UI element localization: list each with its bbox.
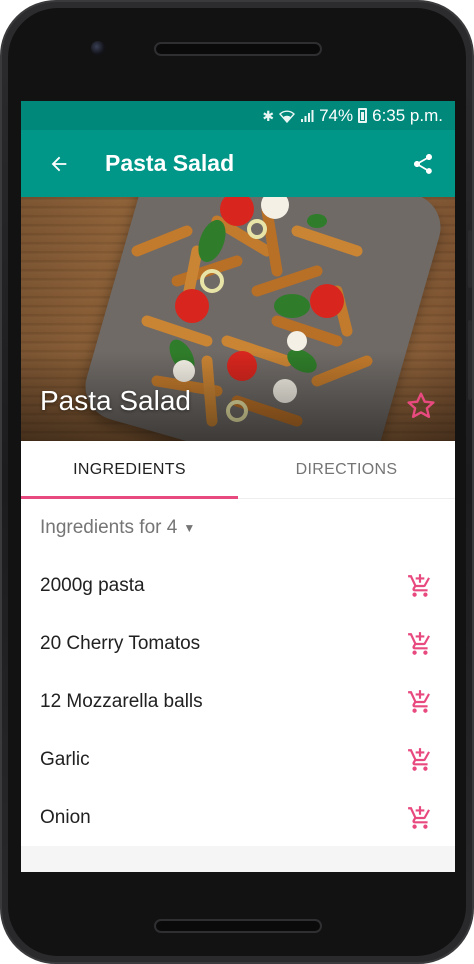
ingredient-list: 2000g pasta 20 Cherry Tomatos 12 Mozzare… xyxy=(21,557,455,847)
power-button xyxy=(468,320,472,400)
app-bar-title: Pasta Salad xyxy=(105,150,235,176)
battery-icon xyxy=(358,108,368,123)
bottom-speaker xyxy=(154,919,322,933)
add-to-cart-button[interactable] xyxy=(403,743,437,777)
dropdown-arrow-icon: ▼ xyxy=(183,521,196,535)
phone-frame: ✱ 74% 6:35 p.m. Pasta Salad Pasta Salad … xyxy=(0,0,474,964)
recipe-title: Pasta Salad xyxy=(40,385,191,416)
arrow-back-icon xyxy=(51,156,67,171)
status-time: 6:35 p.m. xyxy=(372,105,443,125)
servings-selector[interactable]: Ingredients for 4 ▼ xyxy=(21,499,455,557)
earpiece-speaker xyxy=(154,42,322,56)
cell-signal-icon xyxy=(301,109,314,122)
ingredient-name: Onion xyxy=(40,807,91,828)
add-shopping-cart-icon xyxy=(408,632,430,655)
add-to-cart-button[interactable] xyxy=(403,685,437,719)
add-to-cart-button[interactable] xyxy=(403,569,437,603)
share-button[interactable] xyxy=(395,136,451,192)
app-bar: Pasta Salad xyxy=(21,130,455,197)
ingredient-name: 12 Mozzarella balls xyxy=(40,691,203,712)
ingredient-row: 20 Cherry Tomatos xyxy=(21,615,455,673)
add-shopping-cart-icon xyxy=(408,748,430,771)
tab-directions[interactable]: DIRECTIONS xyxy=(238,441,455,498)
servings-label: Ingredients for 4 xyxy=(40,517,178,538)
wifi-icon xyxy=(279,109,296,123)
share-icon xyxy=(414,153,432,174)
star-outline-icon xyxy=(407,392,435,418)
ingredient-name: Garlic xyxy=(40,749,90,770)
add-shopping-cart-icon xyxy=(408,806,430,829)
ingredient-name: 2000g pasta xyxy=(40,575,145,596)
bluetooth-icon: ✱ xyxy=(262,107,275,124)
app-screen: ✱ 74% 6:35 p.m. Pasta Salad Pasta Salad … xyxy=(21,101,455,872)
ingredient-row: 2000g pasta xyxy=(21,557,455,615)
back-button[interactable] xyxy=(31,136,87,192)
front-camera xyxy=(91,41,105,55)
ingredient-row: Onion xyxy=(21,789,455,847)
add-shopping-cart-icon xyxy=(408,574,430,597)
ingredient-row: Garlic xyxy=(21,731,455,789)
add-to-cart-button[interactable] xyxy=(403,801,437,835)
add-shopping-cart-icon xyxy=(408,690,430,713)
list-footer-space xyxy=(21,846,455,872)
volume-button xyxy=(468,230,472,288)
ingredient-row: 12 Mozzarella balls xyxy=(21,673,455,731)
favorite-button[interactable] xyxy=(404,389,438,423)
battery-percent: 74% xyxy=(319,105,354,125)
tab-indicator xyxy=(21,496,238,499)
add-to-cart-button[interactable] xyxy=(403,627,437,661)
recipe-tabs: INGREDIENTS DIRECTIONS xyxy=(21,441,455,499)
tab-ingredients[interactable]: INGREDIENTS xyxy=(21,441,238,498)
status-bar: ✱ 74% 6:35 p.m. xyxy=(21,101,455,130)
recipe-hero-image: Pasta Salad xyxy=(21,197,455,441)
ingredient-name: 20 Cherry Tomatos xyxy=(40,633,201,654)
